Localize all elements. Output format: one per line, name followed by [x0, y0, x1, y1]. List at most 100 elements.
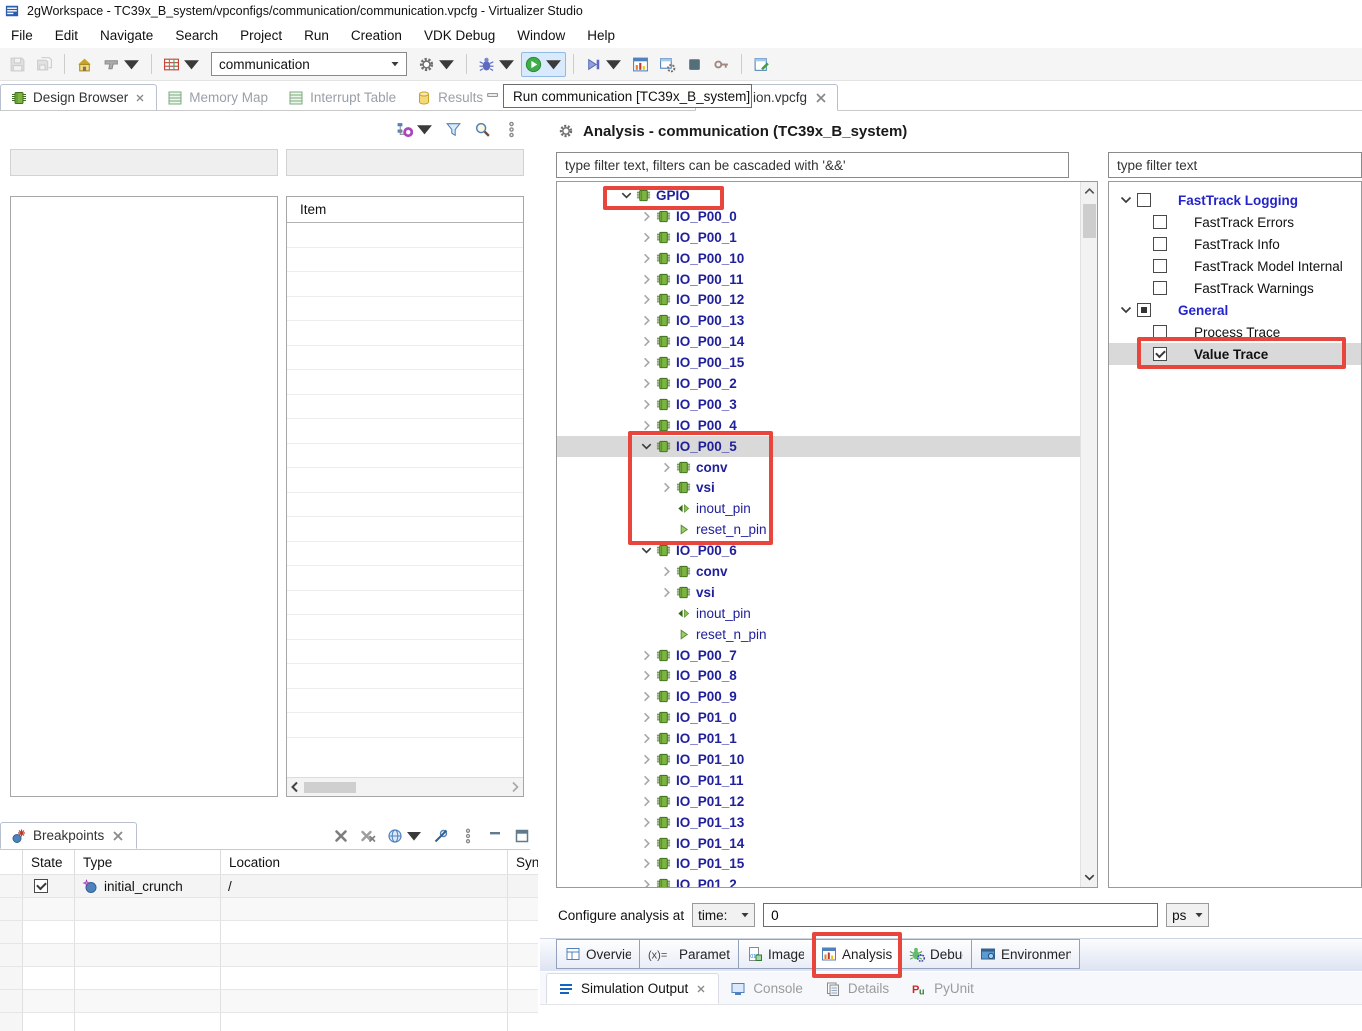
tree-node-vsi[interactable]: vsi [557, 582, 1080, 603]
tab-images[interactable]: 010Images [739, 939, 813, 969]
chevron-down-icon[interactable] [619, 188, 634, 203]
checkbox-fasttrack-errors[interactable] [1153, 215, 1167, 229]
logging-node-fasttrack-logging[interactable]: FastTrack Logging [1109, 189, 1361, 211]
item-filter-input[interactable] [286, 149, 524, 176]
delete-x-button[interactable] [333, 828, 349, 844]
menu-search[interactable]: Search [164, 24, 229, 47]
logging-node-value-trace[interactable]: Value Trace [1109, 343, 1361, 365]
restore-icon[interactable] [486, 88, 500, 102]
time-mode-select[interactable]: time: [692, 903, 755, 927]
maximize-button[interactable] [514, 828, 530, 844]
checkbox-process-trace[interactable] [1153, 325, 1167, 339]
logging-node-process-trace[interactable]: Process Trace [1109, 321, 1361, 343]
settings-button[interactable] [414, 52, 459, 77]
tree-node-io-p00-0[interactable]: IO_P00_0 [557, 206, 1080, 227]
time-value-input[interactable] [763, 903, 1158, 927]
license-button[interactable] [709, 52, 734, 77]
tab-breakpoints[interactable]: Breakpoints [0, 822, 137, 849]
tab-interrupt-table[interactable]: Interrupt Table [278, 84, 406, 111]
tree-node-io-p00-1[interactable]: IO_P00_1 [557, 227, 1080, 248]
menu-navigate[interactable]: Navigate [89, 24, 164, 47]
tree-node-io-p01-14[interactable]: IO_P01_14 [557, 833, 1080, 854]
tree-node-io-p00-12[interactable]: IO_P00_12 [557, 289, 1080, 310]
chevron-right-icon[interactable] [639, 272, 654, 287]
chevron-right-icon[interactable] [639, 794, 654, 809]
chevron-right-icon[interactable] [639, 292, 654, 307]
resume-button[interactable] [581, 52, 626, 77]
scroll-left-icon[interactable] [287, 779, 303, 795]
tree-node-io-p01-10[interactable]: IO_P01_10 [557, 749, 1080, 770]
logging-node-general[interactable]: General [1109, 299, 1361, 321]
run-button[interactable] [521, 52, 566, 77]
checkbox-fasttrack-model-internal[interactable] [1153, 259, 1167, 273]
build-button[interactable] [655, 52, 680, 77]
checkbox-general[interactable] [1137, 303, 1151, 317]
chevron-right-icon[interactable] [659, 480, 674, 495]
view-menu-button[interactable] [503, 121, 520, 138]
chevron-down-icon[interactable] [639, 439, 654, 454]
design-browser-filter-input[interactable] [10, 149, 278, 176]
chevron-right-icon[interactable] [639, 877, 654, 888]
skip-bp-button[interactable] [433, 828, 449, 844]
stop-button[interactable] [682, 52, 707, 77]
chevron-right-icon[interactable] [639, 773, 654, 788]
delete-xx-button[interactable] [360, 828, 376, 844]
chevron-right-icon[interactable] [639, 731, 654, 746]
checkbox-fasttrack-warnings[interactable] [1153, 281, 1167, 295]
tree-node-io-p01-0[interactable]: IO_P01_0 [557, 707, 1080, 728]
chevron-right-icon[interactable] [639, 856, 654, 871]
chevron-right-icon[interactable] [639, 313, 654, 328]
chevron-right-icon[interactable] [639, 251, 654, 266]
logging-node-fasttrack-model-internal[interactable]: FastTrack Model Internal [1109, 255, 1361, 277]
tab-design-browser[interactable]: Design Browser [0, 84, 157, 111]
chevron-right-icon[interactable] [659, 460, 674, 475]
chevron-right-icon[interactable] [639, 648, 654, 663]
chevron-right-icon[interactable] [639, 752, 654, 767]
tree-node-reset-n-pin[interactable]: reset_n_pin [557, 519, 1080, 540]
tree-node-io-p00-13[interactable]: IO_P00_13 [557, 310, 1080, 331]
tab-environment[interactable]: Environment [972, 939, 1080, 969]
logging-node-fasttrack-info[interactable]: FastTrack Info [1109, 233, 1361, 255]
new-platform-button[interactable] [72, 52, 97, 77]
chevron-right-icon[interactable] [639, 418, 654, 433]
kebab-button[interactable] [460, 828, 476, 844]
chevron-right-icon[interactable] [639, 230, 654, 245]
breakpoint-row[interactable]: initial_crunch/ [0, 875, 538, 898]
chevron-right-icon[interactable] [639, 397, 654, 412]
tree-node-reset-n-pin[interactable]: reset_n_pin [557, 624, 1080, 645]
menu-creation[interactable]: Creation [340, 24, 413, 47]
menu-project[interactable]: Project [229, 24, 293, 47]
tree-node-io-p00-5[interactable]: IO_P00_5 [557, 436, 1080, 457]
tree-node-io-p01-11[interactable]: IO_P01_11 [557, 770, 1080, 791]
menu-vdk-debug[interactable]: VDK Debug [413, 24, 506, 47]
checkbox-fasttrack-logging[interactable] [1137, 193, 1151, 207]
chevron-right-icon[interactable] [639, 836, 654, 851]
debug-button[interactable] [474, 52, 519, 77]
menu-edit[interactable]: Edit [44, 24, 89, 47]
tree-node-inout-pin[interactable]: inout_pin [557, 603, 1080, 624]
new-report-button[interactable] [749, 52, 774, 77]
chevron-right-icon[interactable] [639, 355, 654, 370]
breakpoint-enabled-checkbox[interactable] [34, 879, 48, 893]
tree-node-io-p01-15[interactable]: IO_P01_15 [557, 854, 1080, 875]
tab-analysis[interactable]: Analysis [813, 939, 901, 969]
menu-run[interactable]: Run [293, 24, 340, 47]
tab-parameters[interactable]: (x)=Parameters [640, 939, 739, 969]
tab-debug[interactable]: Debug [901, 939, 972, 969]
chevron-down-icon[interactable] [1118, 192, 1134, 208]
chevron-right-icon[interactable] [639, 334, 654, 349]
tree-options-button[interactable] [396, 121, 433, 138]
chevron-right-icon[interactable] [639, 815, 654, 830]
table-view-button[interactable] [159, 52, 204, 77]
scroll-down-icon[interactable] [1082, 870, 1097, 885]
tree-node-conv[interactable]: conv [557, 561, 1080, 582]
chevron-down-icon[interactable] [639, 543, 654, 558]
menu-window[interactable]: Window [506, 24, 576, 47]
tree-node-gpio[interactable]: GPIO [557, 185, 1080, 206]
analysis-filter-input[interactable] [556, 152, 1069, 178]
tree-node-inout-pin[interactable]: inout_pin [557, 498, 1080, 519]
checkbox-value-trace[interactable] [1153, 347, 1167, 361]
logging-node-fasttrack-errors[interactable]: FastTrack Errors [1109, 211, 1361, 233]
chevron-right-icon[interactable] [639, 209, 654, 224]
close-icon[interactable] [813, 90, 829, 106]
